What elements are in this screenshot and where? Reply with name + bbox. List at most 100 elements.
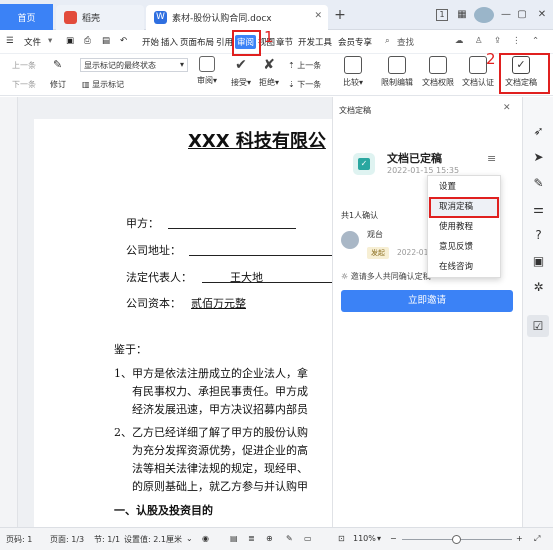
search-field[interactable]: 查找 (397, 36, 414, 48)
invite-button[interactable]: 立即邀请 (341, 290, 513, 312)
up-icon: ⇡ (288, 61, 298, 70)
annotation-number-1: 1 (264, 28, 274, 46)
zoom-out-icon[interactable]: − (390, 534, 397, 543)
more-menu-button[interactable]: ≡ (487, 152, 496, 165)
tab-home[interactable]: 首页 (0, 4, 53, 30)
menu-developer[interactable]: 开发工具 (298, 36, 332, 48)
bulb-icon: ☼ (341, 272, 351, 281)
menu-page-layout[interactable]: 页面布局 (180, 36, 214, 48)
restrict-edit-button[interactable]: 限制编辑 (381, 56, 413, 88)
cloud-icon[interactable]: ☁ (455, 36, 464, 46)
menu-start[interactable]: 开始 (142, 36, 159, 48)
close-tab-icon[interactable]: ✕ (314, 11, 322, 21)
layout-icon[interactable]: ▦ (456, 9, 468, 21)
next-button[interactable]: ⇣ 下一条 (288, 79, 321, 90)
tab-daoke[interactable]: 稻壳 (56, 5, 144, 30)
reject-button[interactable]: ✘ 拒绝▾ (259, 56, 279, 88)
menu-item-feedback[interactable]: 意见反馈 (428, 237, 500, 257)
menu-item-tutorial[interactable]: 使用教程 (428, 217, 500, 237)
eye-icon[interactable]: ◉ (202, 534, 209, 543)
more-icon[interactable]: ⋮ (512, 36, 521, 46)
page-view-icon[interactable]: ▤ (230, 534, 238, 543)
menu-file[interactable]: 文件 (24, 36, 41, 48)
image-icon[interactable]: ▣ (532, 255, 545, 268)
edit-icon[interactable]: ✎ (532, 177, 545, 190)
expand-icon[interactable]: ⌄ (186, 534, 193, 543)
web-view-icon[interactable]: ⊕ (266, 534, 273, 543)
close-window-icon[interactable]: ✕ (536, 9, 548, 21)
help-icon[interactable]: ? (532, 229, 545, 242)
print-icon[interactable]: ▤ (102, 36, 110, 46)
collapse-ribbon-icon[interactable]: ⌃ (532, 36, 539, 46)
adjust-icon[interactable]: ⚌ (532, 203, 545, 216)
settings-icon[interactable]: ✲ (532, 281, 545, 294)
revise-button[interactable]: 修订 (50, 79, 66, 90)
cursor-icon[interactable]: ➤ (532, 151, 545, 164)
zoom-slider-handle[interactable] (452, 535, 461, 544)
menu-member[interactable]: 会员专享 (338, 36, 372, 48)
prev-button[interactable]: ⇡ 上一条 (288, 60, 321, 71)
menu-item-consult[interactable]: 在线咨询 (428, 257, 500, 277)
save-icon[interactable]: ▣ (66, 36, 74, 46)
tab-document[interactable]: W 素材-股份认购合同.docx ✕ (146, 5, 328, 30)
accept-button[interactable]: ✔ 接受▾ (231, 56, 251, 88)
page-code: 页码: 1 (6, 535, 33, 544)
zoom-level[interactable]: 110% (353, 534, 376, 543)
fit-icon[interactable]: ⊡ (338, 534, 345, 543)
review-button[interactable]: 审阅▾ (197, 56, 217, 86)
permission-icon (429, 56, 447, 74)
invite-hint: ☼ 邀请多人共同确认定稿 (341, 272, 431, 281)
daoke-icon (64, 11, 77, 24)
finalized-icon: ✓ (353, 153, 375, 175)
section-1-heading: 一、认股及投资目的 (114, 504, 213, 517)
zoom-in-icon[interactable]: + (516, 534, 523, 543)
setting-value: 设置值: 2.1厘米 (124, 535, 182, 544)
review-ribbon: 上一条 下一条 ✎ 修订 显示标记的最终状态 ▾ ▥ 显示标记 审阅▾ ✔ 接受▾ … (0, 54, 553, 96)
search-icon: ⌕ (385, 36, 390, 46)
right-toolbar: ➶ ➤ ✎ ⚌ ? ▣ ✲ ☑ (522, 97, 553, 527)
menu-chapter[interactable]: 章节 (276, 36, 293, 48)
down-icon: ⇣ (288, 80, 298, 89)
paragraph-1-line-1: 1、甲方是依法注册成立的企业法人，拿 (114, 367, 308, 380)
paragraph-1-line-3: 经济发展迅速，甲方决议招募内部员 (132, 403, 308, 416)
paragraph-2-line-2: 为充分发挥资源优势，促进企业的高 (132, 444, 308, 457)
legal-rep-label: 法定代表人： (126, 271, 192, 284)
document-page[interactable]: XXX 科技有限公 甲方： 公司地址： 法定代表人： 王大地 公司资本： 贰佰万… (34, 119, 332, 527)
address-line (189, 255, 332, 256)
rocket-icon[interactable]: ➶ (532, 125, 545, 138)
panel-close-icon[interactable]: ✕ (503, 103, 511, 113)
fullscreen-icon[interactable]: ⤢ (534, 534, 540, 544)
menu-reference[interactable]: 引用 (216, 36, 233, 48)
prev-change-button[interactable]: 上一条 (12, 60, 36, 71)
certify-icon (469, 56, 487, 74)
read-view-icon[interactable]: ▭ (304, 534, 312, 543)
pen-view-icon[interactable]: ✎ (286, 534, 293, 543)
window-count-badge[interactable]: 1 (436, 9, 448, 21)
document-area[interactable]: XXX 科技有限公 甲方： 公司地址： 法定代表人： 王大地 公司资本： 贰佰万… (18, 97, 332, 527)
markup-state-select[interactable]: 显示标记的最终状态 ▾ (80, 58, 188, 72)
next-change-button[interactable]: 下一条 (12, 79, 36, 90)
chevron-down-icon[interactable]: ▾ (48, 36, 52, 46)
show-markup-button[interactable]: ▥ 显示标记 (82, 79, 124, 90)
undo-icon[interactable]: ↶ (120, 36, 127, 46)
outline-view-icon[interactable]: ≣ (248, 534, 255, 543)
share-icon[interactable]: ⇪ (494, 36, 501, 46)
collab-icon[interactable]: ♙ (475, 36, 483, 46)
revise-icon[interactable]: ✎ (53, 58, 62, 71)
new-tab-button[interactable]: + (334, 8, 346, 22)
menu-insert[interactable]: 插入 (161, 36, 178, 48)
zoom-dropdown-icon[interactable]: ▾ (377, 534, 381, 543)
hamburger-icon[interactable]: ☰ (6, 36, 14, 46)
user-name: 观台 (367, 230, 383, 239)
compare-button[interactable]: 比较▾ (343, 56, 363, 88)
menu-item-settings[interactable]: 设置 (428, 177, 500, 197)
doc-permission-button[interactable]: 文档权限 (422, 56, 454, 88)
maximize-icon[interactable]: ▢ (516, 9, 528, 21)
page-count: 页面: 1/3 (50, 535, 85, 544)
finalize-panel-icon[interactable]: ☑ (527, 315, 549, 337)
legal-rep-line (202, 282, 332, 283)
capital-value: 贰佰万元整 (191, 297, 246, 310)
print-preview-icon[interactable]: ⎙ (84, 36, 91, 46)
avatar[interactable] (474, 7, 494, 23)
minimize-icon[interactable]: — (500, 9, 512, 21)
